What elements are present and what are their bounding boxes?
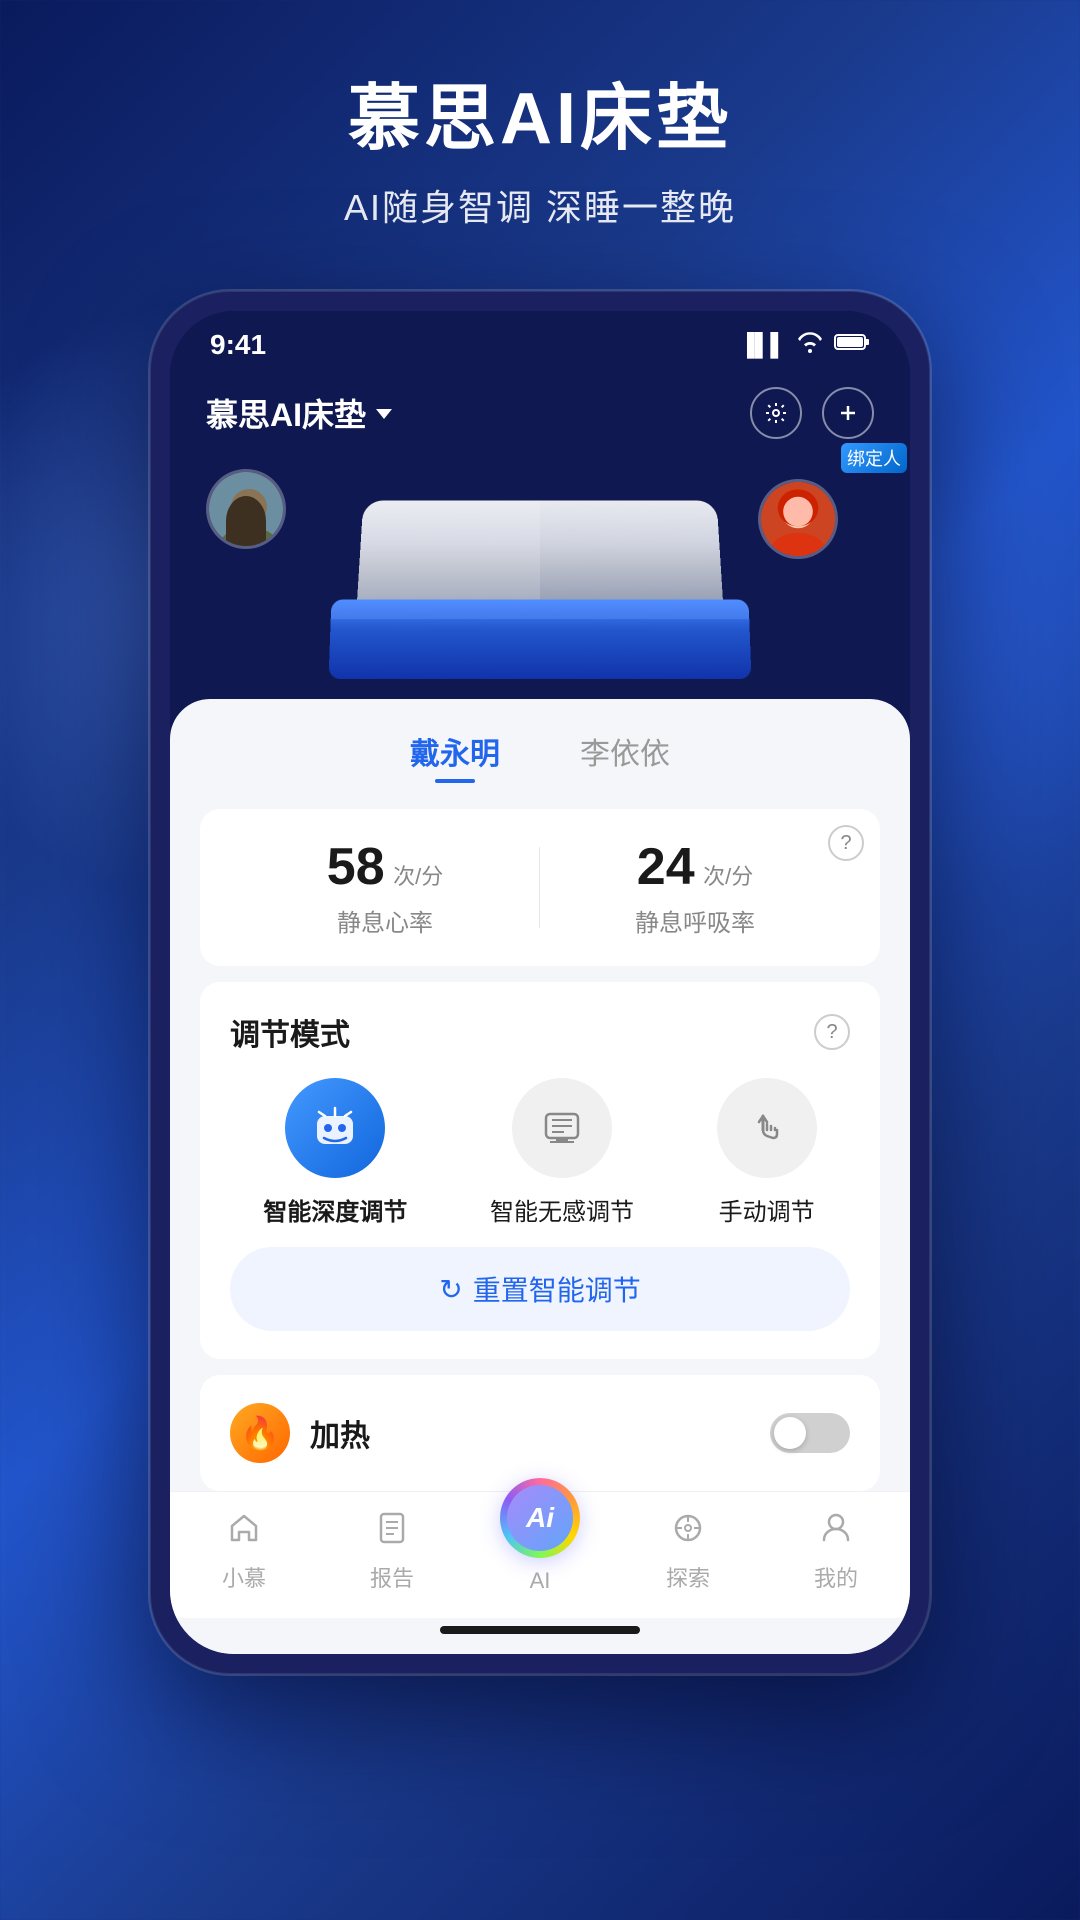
stats-card: ? 58 次/分 静息心率 24 次/分 xyxy=(200,809,880,966)
avatar-right-image xyxy=(761,482,835,556)
app-header-title: 慕思AI床垫 xyxy=(206,390,366,436)
heart-rate-value: 58 xyxy=(327,838,385,896)
signal-icon: ▐▌▌ xyxy=(739,332,786,358)
app-banner: 慕思AI床垫 AI随身智调 深睡一整晚 xyxy=(344,80,736,231)
mattress-area: 绑定人 xyxy=(170,459,910,719)
nav-item-explore[interactable]: 探索 xyxy=(638,1510,738,1593)
heart-rate-label: 静息心率 xyxy=(230,903,540,938)
app-header: 慕思AI床垫 xyxy=(170,371,910,459)
breathing-rate-label: 静息呼吸率 xyxy=(540,903,850,938)
add-button[interactable] xyxy=(822,387,874,439)
breathing-rate-stat: 24 次/分 静息呼吸率 xyxy=(540,837,850,938)
heating-left: 🔥 加热 xyxy=(230,1403,370,1463)
mode-btn-manual[interactable]: 手动调节 xyxy=(717,1078,817,1227)
home-indicator xyxy=(170,1618,910,1654)
mattress-base xyxy=(329,600,752,680)
header-icons xyxy=(750,387,874,439)
nav-home-icon xyxy=(226,1510,262,1555)
nav-report-icon xyxy=(374,1510,410,1555)
phone-frame: 9:41 ▐▌▌ xyxy=(150,291,930,1674)
heart-rate-unit: 次/分 xyxy=(393,864,443,889)
heating-card: 🔥 加热 xyxy=(200,1375,880,1491)
heart-rate-value-row: 58 次/分 xyxy=(230,837,540,897)
battery-icon xyxy=(834,332,870,358)
adjustment-mode-card: 调节模式 ? xyxy=(200,982,880,1359)
settings-button[interactable] xyxy=(750,387,802,439)
adjustment-help-icon[interactable]: ? xyxy=(814,1014,850,1050)
user-tabs: 戴永明 李依依 xyxy=(170,699,910,793)
user-avatar-right xyxy=(758,479,838,559)
app-title-row[interactable]: 慕思AI床垫 xyxy=(206,390,392,436)
breathing-rate-value: 24 xyxy=(637,838,695,896)
nav-item-report[interactable]: 报告 xyxy=(342,1510,442,1593)
mattress-top xyxy=(356,501,723,610)
nav-profile-icon xyxy=(818,1510,854,1555)
nav-home-label: 小慕 xyxy=(222,1561,266,1593)
breathing-rate-unit: 次/分 xyxy=(703,864,753,889)
mattress-visualization xyxy=(330,499,750,679)
heating-toggle[interactable] xyxy=(770,1413,850,1453)
tab-user2[interactable]: 李依依 xyxy=(580,729,670,783)
nav-profile-label: 我的 xyxy=(814,1561,858,1593)
mode-btn-smart-silent[interactable]: 智能无感调节 xyxy=(490,1078,634,1227)
nav-item-profile[interactable]: 我的 xyxy=(786,1510,886,1593)
nav-item-home[interactable]: 小慕 xyxy=(194,1510,294,1593)
breathing-rate-value-row: 24 次/分 xyxy=(540,837,850,897)
dropdown-arrow-icon[interactable] xyxy=(376,409,392,419)
mode-label-smart-deep: 智能深度调节 xyxy=(263,1192,407,1227)
reset-icon: ↻ xyxy=(439,1273,462,1306)
flame-icon: 🔥 xyxy=(230,1403,290,1463)
nav-report-label: 报告 xyxy=(370,1561,414,1593)
mode-btn-smart-deep[interactable]: 智能深度调节 xyxy=(263,1078,407,1227)
phone-inner: 9:41 ▐▌▌ xyxy=(170,311,910,1654)
status-time: 9:41 xyxy=(210,329,266,361)
phone-mockup: 9:41 ▐▌▌ xyxy=(150,291,930,1674)
section-header: 调节模式 ? xyxy=(230,1010,850,1054)
toggle-knob xyxy=(774,1417,806,1449)
bottom-nav: 小慕 报告 xyxy=(170,1491,910,1618)
status-icons: ▐▌▌ xyxy=(739,331,870,359)
reset-button-label: 重置智能调节 xyxy=(473,1269,641,1309)
mode-icon-manual xyxy=(717,1078,817,1178)
nav-explore-label: 探索 xyxy=(666,1561,710,1593)
mode-label-smart-silent: 智能无感调节 xyxy=(490,1192,634,1227)
nav-explore-icon xyxy=(670,1510,706,1555)
sub-title: AI随身智调 深睡一整晚 xyxy=(344,179,736,231)
heating-label: 加热 xyxy=(310,1411,370,1455)
mode-buttons: 智能深度调节 xyxy=(230,1078,850,1227)
nav-ai-icon-outer: Ai xyxy=(500,1478,580,1558)
wifi-icon xyxy=(796,331,824,359)
nav-ai-label: AI xyxy=(530,1568,551,1594)
reset-button[interactable]: ↻ 重置智能调节 xyxy=(230,1247,850,1331)
bind-badge: 绑定人 xyxy=(841,443,907,473)
status-bar: 9:41 ▐▌▌ xyxy=(170,311,910,371)
tab-user1[interactable]: 戴永明 xyxy=(410,729,500,783)
stats-row: 58 次/分 静息心率 24 次/分 静息呼吸率 xyxy=(230,837,850,938)
nav-ai-icon-inner: Ai xyxy=(507,1485,573,1551)
main-title: 慕思AI床垫 xyxy=(344,80,736,159)
user-avatar-left[interactable] xyxy=(206,469,286,549)
mattress-shape xyxy=(330,499,750,679)
avatar-left-image xyxy=(209,472,283,546)
home-bar xyxy=(440,1626,640,1634)
nav-item-ai[interactable]: Ai AI xyxy=(490,1508,590,1594)
mode-icon-smart-deep xyxy=(285,1078,385,1178)
mode-label-manual: 手动调节 xyxy=(719,1192,815,1227)
mode-icon-smart-silent xyxy=(512,1078,612,1178)
heart-rate-stat: 58 次/分 静息心率 xyxy=(230,837,540,938)
section-title: 调节模式 xyxy=(230,1010,350,1054)
content-card: 戴永明 李依依 ? 58 次/分 静息心率 xyxy=(170,699,910,1654)
